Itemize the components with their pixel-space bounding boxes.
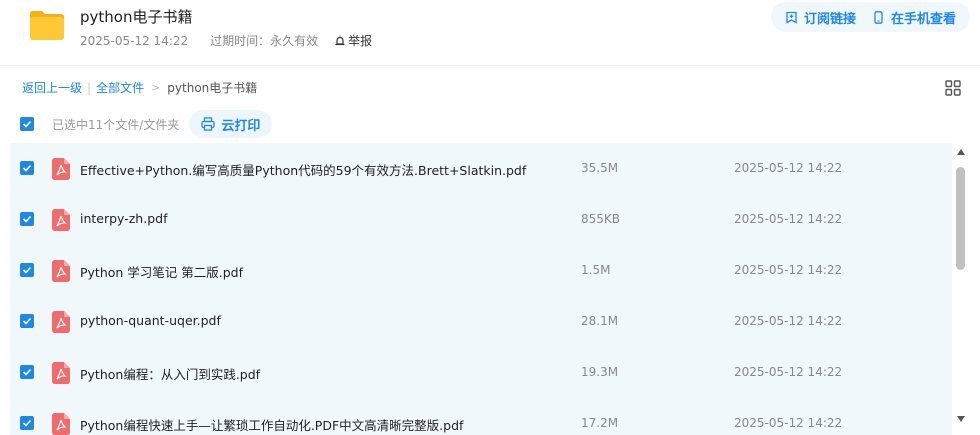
file-size: 28.1M	[581, 314, 619, 328]
created-time: 2025-05-12 14:22	[80, 33, 189, 48]
share-page: python电子书籍 2025-05-12 14:22 过期时间： 永久有效 举…	[0, 0, 980, 435]
file-size: 17.2M	[581, 416, 619, 430]
folder-icon	[30, 11, 64, 40]
check-icon	[22, 419, 32, 427]
breadcrumb-arrow: >	[151, 81, 161, 94]
file-name[interactable]: python-quant-uqer.pdf	[80, 313, 221, 328]
top-actions: 订阅链接 在手机查看	[770, 2, 970, 32]
file-row[interactable]: Python编程：从入门到实践.pdf 19.3M 2025-05-12 14:…	[10, 347, 952, 398]
breadcrumb: 返回上一级 | 全部文件 > python电子书籍	[22, 79, 257, 96]
file-row[interactable]: python-quant-uqer.pdf 28.1M 2025-05-12 1…	[10, 296, 952, 347]
bookmark-add-icon	[786, 11, 797, 24]
all-files-link[interactable]: 全部文件	[96, 79, 144, 96]
cloud-print-button[interactable]: 云打印	[189, 110, 273, 138]
header: python电子书籍 2025-05-12 14:22 过期时间： 永久有效 举…	[0, 0, 980, 66]
file-date: 2025-05-12 14:22	[734, 314, 843, 328]
subscribe-label: 订阅链接	[803, 11, 856, 27]
pdf-file-icon	[52, 158, 70, 180]
expire-value: 永久有效	[270, 34, 319, 48]
pdf-file-icon	[52, 311, 70, 333]
printer-icon	[201, 117, 215, 131]
file-date: 2025-05-12 14:22	[734, 365, 843, 379]
pdf-file-icon	[52, 413, 70, 435]
check-icon	[22, 164, 32, 172]
scroll-down-arrow-icon[interactable]	[957, 416, 965, 422]
report-button[interactable]: 举报	[334, 32, 372, 49]
subscribe-link-button[interactable]: 订阅链接	[777, 2, 864, 32]
file-checkbox[interactable]	[20, 416, 34, 430]
check-icon	[22, 368, 32, 376]
pdf-file-icon	[52, 260, 70, 282]
phone-icon	[874, 10, 883, 24]
check-icon	[22, 215, 32, 223]
file-date: 2025-05-12 14:22	[734, 416, 843, 430]
file-name[interactable]: Python 学习笔记 第二版.pdf	[80, 262, 243, 281]
file-row[interactable]: Python编程快速上手—让繁琐工作自动化.PDF中文高清晰完整版.pdf 17…	[10, 398, 952, 435]
file-size: 19.3M	[581, 365, 619, 379]
file-size: 1.5M	[581, 263, 611, 277]
selected-count: 已选中11个文件/文件夹	[52, 117, 180, 132]
report-label: 举报	[348, 34, 373, 48]
check-icon	[22, 266, 32, 274]
file-checkbox[interactable]	[20, 161, 34, 175]
pdf-file-icon	[52, 362, 70, 384]
file-size: 855KB	[581, 212, 621, 226]
file-date: 2025-05-12 14:22	[734, 212, 843, 226]
expire-label: 过期时间：	[210, 34, 271, 48]
file-name[interactable]: Python编程：从入门到实践.pdf	[80, 364, 260, 383]
scroll-up-arrow-icon[interactable]	[957, 149, 965, 155]
selection-bar: 已选中11个文件/文件夹 云打印	[20, 110, 273, 138]
pdf-file-icon	[52, 209, 70, 231]
back-link[interactable]: 返回上一级	[22, 79, 82, 96]
file-list: Effective+Python.编写高质量Python代码的59个有效方法.B…	[10, 143, 952, 435]
mobile-label: 在手机查看	[890, 11, 956, 27]
file-checkbox[interactable]	[20, 212, 34, 226]
page-title: python电子书籍	[80, 8, 193, 26]
file-name[interactable]: Effective+Python.编写高质量Python代码的59个有效方法.B…	[80, 160, 526, 179]
select-all-checkbox[interactable]	[20, 117, 34, 131]
cloud-print-label: 云打印	[221, 118, 261, 134]
file-checkbox[interactable]	[20, 365, 34, 379]
share-meta: 2025-05-12 14:22 过期时间： 永久有效 举报	[80, 32, 372, 49]
file-row[interactable]: interpy-zh.pdf 855KB 2025-05-12 14:22	[10, 194, 952, 245]
file-row[interactable]: Python 学习笔记 第二版.pdf 1.5M 2025-05-12 14:2…	[10, 245, 952, 296]
breadcrumb-separator: |	[87, 80, 92, 95]
check-icon	[22, 120, 32, 128]
scrollbar[interactable]	[954, 143, 968, 435]
file-name[interactable]: interpy-zh.pdf	[80, 211, 167, 226]
file-date: 2025-05-12 14:22	[734, 263, 843, 277]
check-icon	[22, 317, 32, 325]
scroll-thumb[interactable]	[956, 167, 965, 270]
view-on-mobile-button[interactable]: 在手机查看	[864, 2, 964, 32]
file-date: 2025-05-12 14:22	[734, 161, 843, 175]
file-size: 35.5M	[581, 161, 619, 175]
report-icon	[335, 35, 345, 45]
file-checkbox[interactable]	[20, 263, 34, 277]
file-checkbox[interactable]	[20, 314, 34, 328]
file-row[interactable]: Effective+Python.编写高质量Python代码的59个有效方法.B…	[10, 143, 952, 194]
file-name[interactable]: Python编程快速上手—让繁琐工作自动化.PDF中文高清晰完整版.pdf	[80, 415, 463, 434]
breadcrumb-current: python电子书籍	[167, 81, 258, 95]
grid-view-icon[interactable]	[945, 80, 961, 96]
